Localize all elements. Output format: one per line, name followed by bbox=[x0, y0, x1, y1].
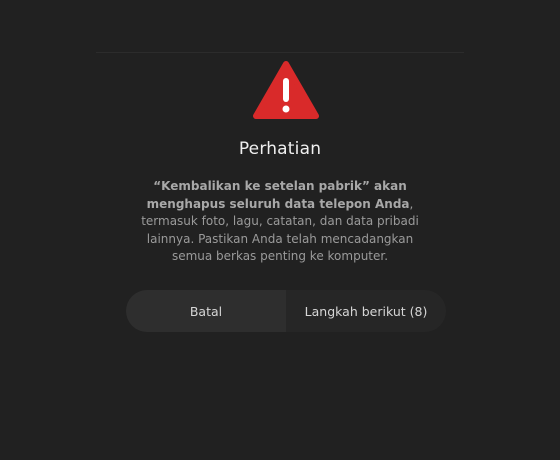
button-group: Batal Langkah berikut (8) bbox=[126, 290, 446, 332]
dialog-message: “Kembalikan ke setelan pabrik” akan meng… bbox=[130, 178, 430, 266]
top-divider bbox=[96, 52, 464, 53]
warning-icon bbox=[253, 61, 319, 119]
message-bold-text: “Kembalikan ke setelan pabrik” akan meng… bbox=[146, 179, 410, 211]
cancel-button[interactable]: Batal bbox=[126, 290, 286, 332]
next-step-button[interactable]: Langkah berikut (8) bbox=[286, 290, 446, 332]
dialog-title: Perhatian bbox=[238, 139, 322, 159]
